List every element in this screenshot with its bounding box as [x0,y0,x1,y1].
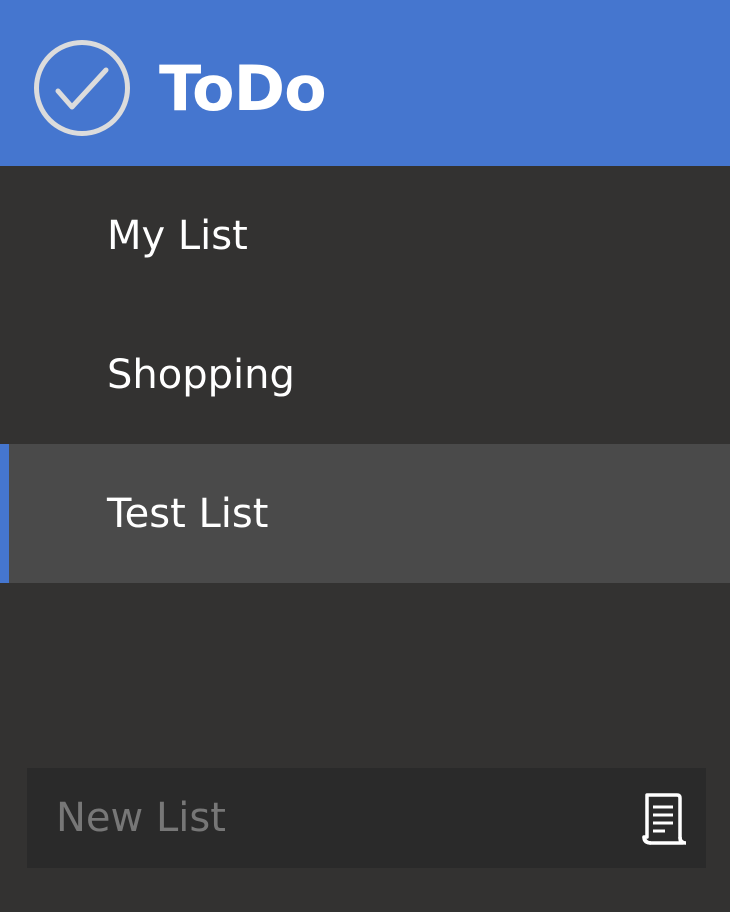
app-title: ToDo [159,52,327,125]
nav-item-test-list[interactable]: Test List [0,444,730,583]
nav-item-shopping[interactable]: Shopping [0,305,730,444]
check-circle-icon [34,40,130,136]
selection-indicator [0,444,9,583]
app-header: ToDo [0,0,730,166]
new-list-input[interactable] [27,768,617,868]
nav-item-label: Test List [107,491,269,537]
todo-app: ToDo My List Shopping Test List [0,0,730,912]
list-nav: My List Shopping Test List [0,166,730,583]
nav-item-my-list[interactable]: My List [0,166,730,305]
new-list-bar [27,768,706,868]
nav-item-label: My List [107,213,248,259]
nav-item-label: Shopping [107,352,295,398]
add-list-scroll-icon[interactable] [639,791,687,847]
